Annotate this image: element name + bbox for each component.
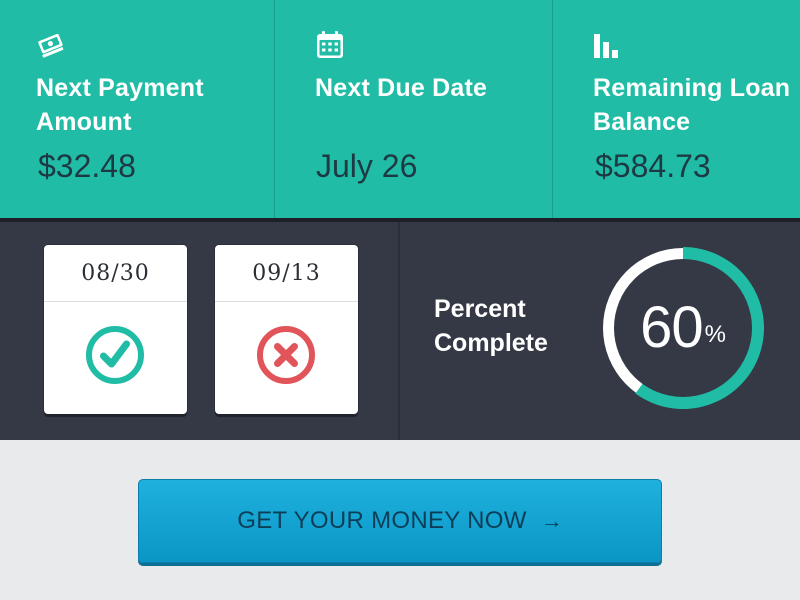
cross-icon	[257, 326, 315, 384]
check-icon	[86, 326, 144, 384]
stat-remaining-balance: Remaining Loan Balance $584.73	[553, 0, 800, 218]
arrow-right-icon: →	[540, 508, 563, 533]
payment-history-panel: 08/30 09/13 Percent Complete 60 %	[0, 222, 800, 440]
payment-card-paid[interactable]: 08/30	[44, 245, 187, 414]
progress-readout: 60 %	[594, 239, 772, 417]
stat-label: Next Payment Amount	[36, 74, 204, 136]
get-money-button-label: GET YOUR MONEY NOW	[237, 507, 527, 534]
stat-next-due-date: Next Due Date July 26	[275, 0, 553, 218]
percent-complete-label: Percent Complete	[434, 295, 548, 357]
stat-value: $584.73	[595, 148, 711, 184]
calendar-icon	[317, 31, 343, 58]
stat-label: Remaining Loan Balance	[593, 74, 791, 136]
payment-card-missed[interactable]: 09/13	[215, 245, 358, 414]
get-money-button[interactable]: GET YOUR MONEY NOW →	[138, 479, 662, 563]
loan-summary-panel: Next Payment Amount $32.48 Next Due Date…	[0, 0, 800, 218]
stat-next-payment: Next Payment Amount $32.48	[0, 0, 275, 218]
progress-value: 60	[640, 295, 704, 360]
panel-divider	[398, 222, 400, 440]
payment-date: 09/13	[215, 245, 358, 302]
money-icon	[38, 33, 64, 58]
stat-label: Next Due Date	[315, 74, 488, 102]
progress-unit: %	[704, 321, 726, 348]
stat-value: $32.48	[38, 148, 136, 184]
payment-date: 08/30	[44, 245, 187, 302]
stat-value: July 26	[316, 148, 418, 184]
bar-chart-icon	[594, 34, 618, 58]
